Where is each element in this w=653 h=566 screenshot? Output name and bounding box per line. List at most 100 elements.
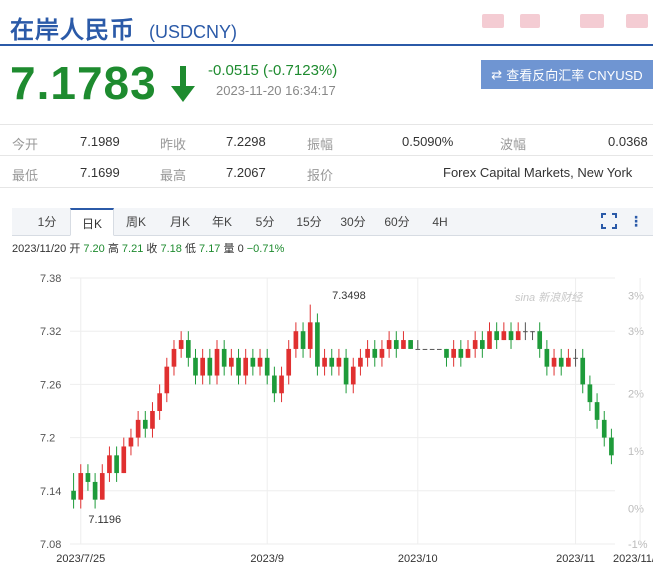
x-tick-label: 2023/7/25 [56, 553, 105, 565]
stat-label-amplitude: 振幅 [307, 137, 334, 152]
candle-body [594, 402, 600, 420]
stat-value-amplitude: 0.5090% [402, 134, 454, 149]
x-tick-label: 2023/11 [556, 553, 595, 565]
blurred-element [520, 14, 540, 28]
candlestick-chart[interactable]: 7.38 7.32 7.26 7.2 7.14 7.08 3% 3% 2% 1% 0% -1% 2023… [0, 262, 653, 566]
candle-body [386, 340, 392, 349]
candle-body [272, 375, 277, 394]
x-tick-label: 2023/10 [398, 553, 438, 565]
ohlc-low-label: 低 [184, 243, 196, 255]
candle-body [336, 357, 342, 367]
tab-monthly-k[interactable]: 月K [162, 208, 198, 236]
y-tick-label: 7.08 [40, 539, 61, 551]
candle-body [451, 348, 456, 358]
candle-body [508, 331, 514, 341]
candle-body [415, 348, 421, 350]
candle-body [551, 357, 557, 367]
candle-body [322, 357, 327, 367]
tab-5min[interactable]: 5分 [248, 208, 282, 236]
price-change: -0.0515 (-0.7123%) [208, 62, 338, 79]
ticker-symbol: (USDCNY) [149, 22, 237, 42]
min-annotation: 7.1196 [88, 514, 121, 526]
candle-body [566, 357, 571, 367]
candle-body [229, 357, 234, 367]
stat-value-high: 7.2067 [226, 165, 266, 180]
max-annotation: 7.3498 [332, 290, 366, 302]
tab-15min[interactable]: 15分 [290, 208, 328, 236]
candle-body [243, 357, 249, 376]
tab-daily-k[interactable]: 日K [70, 208, 114, 236]
candle-body [444, 348, 449, 358]
candle-body [401, 340, 406, 349]
candle-body [78, 473, 84, 500]
chart-tools: ⋮ [601, 213, 643, 229]
y-tick-label: 7.2 [40, 433, 55, 445]
x-tick-label: 2023/11/20 [613, 553, 653, 565]
down-arrow-icon [171, 66, 195, 102]
candle-body [92, 481, 98, 500]
stats-table: 今开 7.1989 昨收 7.2298 振幅 0.5090% 波幅 0.0368… [0, 124, 653, 188]
current-price: 7.1783 [10, 57, 157, 109]
stat-label-low: 最低 [12, 168, 39, 183]
candle-body [358, 357, 363, 367]
candle-body [114, 455, 119, 474]
candle-body [601, 419, 607, 438]
title-divider [0, 44, 653, 46]
candle-body [429, 348, 435, 350]
y-tick-label: 7.26 [40, 379, 61, 391]
blurred-element [482, 14, 504, 28]
pct-tick-label: 2% [628, 388, 644, 400]
pct-tick-label: 3% [628, 291, 644, 303]
fullscreen-icon[interactable] [601, 213, 617, 229]
candle-body [408, 340, 413, 349]
candle-body [343, 357, 349, 385]
blurred-element [580, 14, 604, 28]
ohlc-close: 7.18 [160, 243, 182, 255]
candle-body [365, 348, 370, 358]
ohlc-open-label: 开 [69, 243, 81, 255]
candle-body [436, 348, 442, 350]
candle-body [135, 419, 141, 438]
reverse-rate-label: 查看反向汇率 CNYUSD [506, 68, 643, 83]
candle-body [164, 366, 170, 394]
more-options-icon[interactable]: ⋮ [629, 213, 643, 229]
candle-body [501, 331, 507, 341]
stat-label-open: 今开 [12, 137, 39, 152]
candle-body [207, 357, 213, 376]
tab-30min[interactable]: 30分 [334, 208, 372, 236]
ohlc-date: 2023/11/20 [12, 243, 67, 255]
candle-body [472, 340, 478, 349]
tab-weekly-k[interactable]: 周K [118, 208, 154, 236]
chart-period-tabs: 1分 日K 周K 月K 年K 5分 15分 30分 60分 4H ⋮ [12, 208, 653, 236]
candle-body [544, 348, 550, 367]
candle-body [465, 348, 471, 358]
candle-body [350, 366, 356, 385]
ohlc-high-label: 高 [107, 243, 119, 255]
tab-4h[interactable]: 4H [424, 208, 456, 236]
candle-body [157, 393, 162, 411]
candle-body [494, 331, 500, 341]
candle-body [307, 322, 313, 349]
candle-body [178, 340, 184, 349]
candle-body [236, 357, 241, 376]
candle-body [558, 357, 564, 367]
watermark-logo: sina 新浪财经 [515, 292, 583, 304]
stat-label-high: 最高 [160, 168, 187, 183]
candle-body [150, 411, 155, 429]
candle-body [480, 340, 485, 349]
candle-body [99, 473, 105, 500]
pct-tick-label: -1% [628, 539, 648, 551]
stat-label-volatility: 波幅 [500, 137, 527, 152]
stats-row: 今开 7.1989 昨收 7.2298 振幅 0.5090% 波幅 0.0368 [0, 124, 653, 156]
candle-body [315, 322, 320, 367]
ohlc-volume: 0 [237, 243, 244, 255]
title-row: 在岸人民币 (USDCNY) [10, 10, 237, 44]
reverse-rate-button[interactable]: ⇄ 查看反向汇率 CNYUSD [481, 60, 653, 89]
tab-60min[interactable]: 60分 [378, 208, 416, 236]
tab-1min[interactable]: 1分 [30, 208, 64, 236]
candle-body [393, 340, 399, 349]
y-tick-label: 7.32 [40, 326, 61, 338]
tab-yearly-k[interactable]: 年K [204, 208, 240, 236]
stat-value-low: 7.1699 [80, 165, 120, 180]
candle-body [121, 446, 127, 474]
